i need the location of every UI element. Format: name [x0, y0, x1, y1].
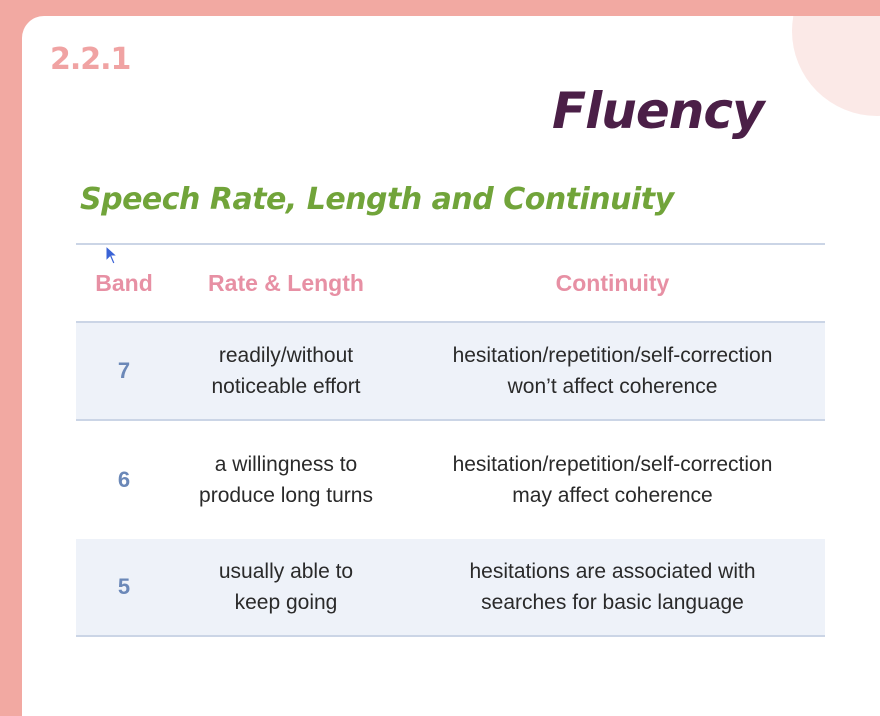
continuity-line: won’t affect coherence — [507, 375, 718, 398]
band-number: 6 — [117, 467, 131, 492]
table-row: 7 readily/without noticeable effort hesi… — [76, 323, 825, 421]
table-header-row: Band Rate & Length Continuity — [76, 245, 825, 323]
table-row: 5 usually able to keep going hesitations… — [76, 539, 825, 637]
continuity-cell: hesitation/repetition/self-correction wo… — [400, 340, 825, 402]
slide: 2.2.1 Fluency Speech Rate, Length and Co… — [22, 16, 880, 716]
slide-subtitle: Speech Rate, Length and Continuity — [80, 182, 674, 217]
rate-line: noticeable effort — [211, 375, 361, 398]
corner-decoration — [792, 16, 880, 116]
pointer-arrow-icon — [105, 245, 119, 265]
rate-line: a willingness to — [214, 453, 358, 476]
slide-title: Fluency — [552, 82, 765, 140]
continuity-line: may affect coherence — [512, 484, 713, 507]
continuity-line: hesitations are associated with — [469, 560, 756, 583]
rate-length-cell: a willingness to produce long turns — [172, 449, 400, 511]
band-number: 7 — [117, 358, 131, 383]
header-band: Band — [95, 269, 153, 296]
section-number: 2.2.1 — [50, 42, 131, 77]
band-descriptor-table: Band Rate & Length Continuity 7 readily/… — [76, 243, 825, 637]
rate-line: usually able to — [218, 560, 354, 583]
continuity-line: hesitation/repetition/self-correction — [452, 453, 773, 476]
rate-line: produce long turns — [199, 484, 373, 507]
rate-length-cell: readily/without noticeable effort — [172, 340, 400, 402]
header-rate-length: Rate & Length — [208, 269, 364, 296]
continuity-cell: hesitations are associated with searches… — [400, 556, 825, 618]
continuity-cell: hesitation/repetition/self-correction ma… — [400, 449, 825, 511]
continuity-line: searches for basic language — [481, 591, 744, 614]
header-continuity: Continuity — [555, 269, 670, 296]
continuity-line: hesitation/repetition/self-correction — [452, 344, 773, 367]
rate-line: readily/without — [218, 344, 354, 367]
rate-line: keep going — [234, 591, 338, 614]
table-row: 6 a willingness to produce long turns he… — [76, 421, 825, 539]
band-number: 5 — [117, 574, 131, 599]
rate-length-cell: usually able to keep going — [172, 556, 400, 618]
